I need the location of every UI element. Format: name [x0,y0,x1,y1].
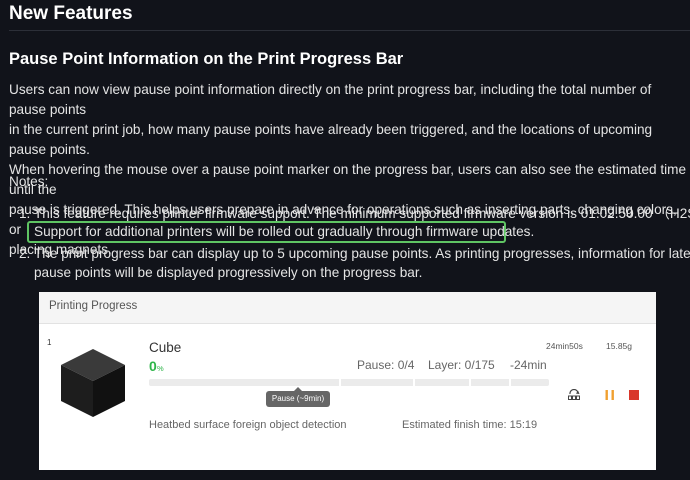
camera-switch-icon[interactable] [567,389,581,401]
panel-title: Printing Progress [49,300,138,312]
section-title: Pause Point Information on the Print Pro… [9,50,404,68]
pause-point-marker[interactable] [413,379,415,386]
notes-label: Notes: [9,174,49,189]
cube-model-icon [61,349,125,417]
paragraph-line: When hovering the mouse over a pause poi… [9,162,687,197]
pause-point-marker[interactable] [509,379,511,386]
pause-tooltip: Pause (~9min) [266,391,330,407]
page: New Features Pause Point Information on … [0,0,690,480]
note-line-highlighted: Support for additional printers will be … [34,224,535,239]
detection-status: Heatbed surface foreign object detection [149,419,347,431]
printing-progress-panel: Printing Progress 1 Cube 0 % 24min50s 15… [39,292,656,470]
note-line: pause points will be displayed progressi… [34,265,423,280]
remaining-time: -24min [510,358,547,372]
pause-icon[interactable] [604,390,616,400]
filament-weight: 15.85g [606,341,632,351]
layer-count: Layer: 0/175 [428,358,495,372]
progress-percent: 0 [149,358,157,374]
panel-header: Printing Progress [39,292,656,324]
paragraph-line: in the current print job, how many pause… [9,122,653,157]
pause-count: Pause: 0/4 [357,358,415,372]
page-heading: New Features [9,3,133,24]
print-progress-bar[interactable] [149,379,549,386]
estimated-finish-time: Estimated finish time: 15:19 [402,419,538,431]
note-line: The print progress bar can display up to… [34,246,690,261]
job-name: Cube [149,340,182,355]
paragraph-line: Users can now view pause point informati… [9,82,652,117]
stop-icon[interactable] [629,390,639,400]
total-print-time: 24min50s [546,341,583,351]
pause-point-marker[interactable] [469,379,471,386]
heading-divider [9,30,690,31]
pause-point-marker[interactable] [339,379,341,386]
note-number: 2. [19,246,31,261]
job-index: 1 [47,338,52,347]
progress-percent-sign: % [157,364,164,373]
